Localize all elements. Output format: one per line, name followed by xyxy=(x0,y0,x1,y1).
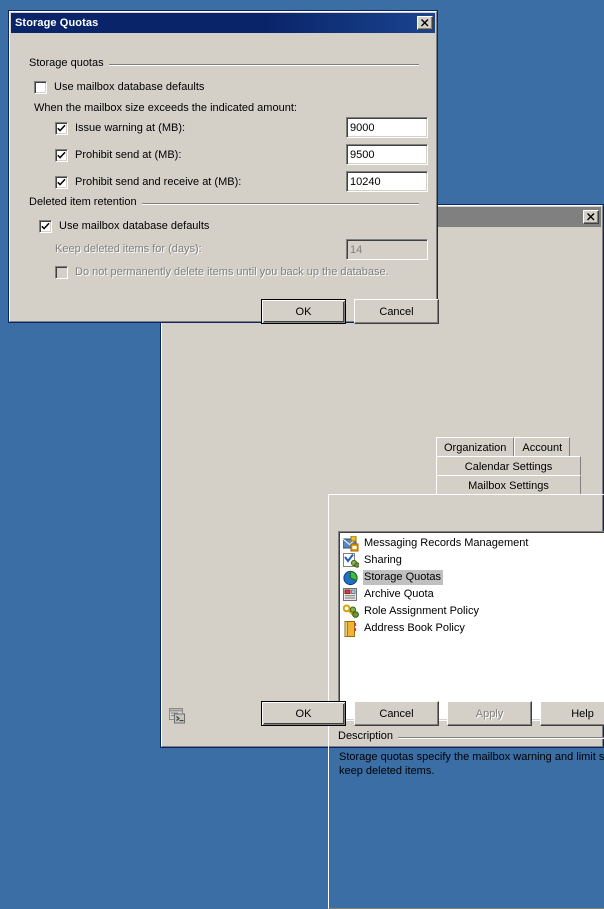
list-item[interactable]: Sharing xyxy=(341,552,604,569)
role-assignment-policy-icon xyxy=(342,604,359,620)
dialog-ok-button[interactable]: OK xyxy=(261,299,346,324)
dialog-close-button[interactable] xyxy=(417,16,433,30)
storage-quotas-icon xyxy=(343,570,359,586)
prohibit-send-receive-input[interactable]: 10240 xyxy=(346,171,428,192)
prohibit-send-checkbox[interactable]: Prohibit send at (MB): xyxy=(55,148,181,162)
tab-account[interactable]: Account xyxy=(514,437,571,457)
dialog-cancel-button[interactable]: Cancel xyxy=(354,299,439,324)
checkbox-label: Prohibit send and receive at (MB): xyxy=(75,176,242,188)
messaging-records-icon xyxy=(342,535,359,552)
keep-deleted-items-input: 14 xyxy=(346,239,428,260)
storage-quotas-titlebar[interactable]: Storage Quotas xyxy=(11,13,435,33)
list-item[interactable]: Role Assignment Policy xyxy=(341,603,604,620)
storage-quotas-group-title: Storage quotas xyxy=(29,57,109,69)
storage-quotas-groupbox: Storage quotas xyxy=(29,57,419,69)
close-icon xyxy=(421,19,429,27)
tab-calendar-settings[interactable]: Calendar Settings xyxy=(436,456,581,476)
checkmark-icon xyxy=(57,124,66,132)
description-groupbox: Description xyxy=(338,730,604,742)
dialog-title: Storage Quotas xyxy=(15,17,99,29)
use-mailbox-database-defaults-quotas-checkbox[interactable]: Use mailbox database defaults xyxy=(34,80,204,94)
list-item[interactable]: Messaging Records Management xyxy=(341,535,604,552)
checkbox-box xyxy=(39,220,52,233)
checkbox-box xyxy=(55,149,68,162)
powershell-command-log-icon[interactable] xyxy=(168,706,188,726)
prohibit-send-receive-checkbox[interactable]: Prohibit send and receive at (MB): xyxy=(55,175,241,189)
deleted-item-retention-groupbox: Deleted item retention xyxy=(29,196,419,208)
prohibit-send-input[interactable]: 9500 xyxy=(346,144,428,165)
ok-button[interactable]: OK xyxy=(261,701,346,726)
checkbox-label: Prohibit send at (MB): xyxy=(75,149,182,161)
deleted-item-retention-group-title: Deleted item retention xyxy=(29,196,142,208)
help-button[interactable]: Help xyxy=(540,701,604,726)
checkbox-box xyxy=(55,176,68,189)
checkbox-box xyxy=(55,266,68,279)
list-item[interactable]: Archive Quota xyxy=(341,586,604,603)
cancel-button[interactable]: Cancel xyxy=(354,701,439,726)
list-item-label: Sharing xyxy=(364,554,402,566)
no-permanent-delete-checkbox: Do not permanently delete items until yo… xyxy=(55,265,389,279)
checkmark-icon xyxy=(41,222,50,230)
mailbox-settings-listbox[interactable]: Messaging Records Management Sharing Sto… xyxy=(338,531,604,721)
list-item-label: Messaging Records Management xyxy=(364,537,529,549)
description-text: Storage quotas specify the mailbox warni… xyxy=(339,751,604,777)
checkbox-label: Use mailbox database defaults xyxy=(59,220,210,232)
keep-deleted-items-label: Keep deleted items for (days): xyxy=(55,243,202,255)
issue-warning-input[interactable]: 9000 xyxy=(346,117,428,138)
storage-quotas-dialog: Storage Quotas Storage quotas Use mailbo… xyxy=(8,10,439,324)
list-item-label: Role Assignment Policy xyxy=(364,605,479,617)
sharing-icon xyxy=(343,552,360,569)
list-item-label: Archive Quota xyxy=(364,588,434,600)
archive-quota-icon xyxy=(343,587,359,603)
use-mailbox-database-defaults-retention-checkbox[interactable]: Use mailbox database defaults xyxy=(39,219,209,233)
checkbox-box xyxy=(55,122,68,135)
address-book-policy-icon xyxy=(343,620,359,637)
checkmark-icon xyxy=(57,178,66,186)
tab-row-1: Organization Account xyxy=(436,437,571,457)
checkbox-label: Issue warning at (MB): xyxy=(75,122,186,134)
description-group-title: Description xyxy=(338,730,399,742)
list-item-label: Address Book Policy xyxy=(364,622,465,634)
tab-mailbox-settings[interactable]: Mailbox Settings xyxy=(436,475,581,495)
list-item-storage-quotas[interactable]: Storage Quotas xyxy=(341,569,604,586)
checkmark-icon xyxy=(57,151,66,159)
checkbox-label: Use mailbox database defaults xyxy=(54,81,205,93)
tab-organization[interactable]: Organization xyxy=(436,437,515,457)
issue-warning-checkbox[interactable]: Issue warning at (MB): xyxy=(55,121,185,135)
list-item-label: Storage Quotas xyxy=(363,570,444,585)
quota-hint-text: When the mailbox size exceeds the indica… xyxy=(34,102,297,114)
checkbox-box xyxy=(34,81,47,94)
list-item[interactable]: Address Book Policy xyxy=(341,620,604,637)
apply-button: Apply xyxy=(447,701,532,726)
close-button[interactable] xyxy=(583,210,599,224)
tab-row-2: Calendar Settings xyxy=(436,456,581,476)
tab-row-3: Mailbox Settings xyxy=(436,475,581,495)
close-icon xyxy=(587,213,595,221)
checkbox-label: Do not permanently delete items until yo… xyxy=(75,266,389,278)
